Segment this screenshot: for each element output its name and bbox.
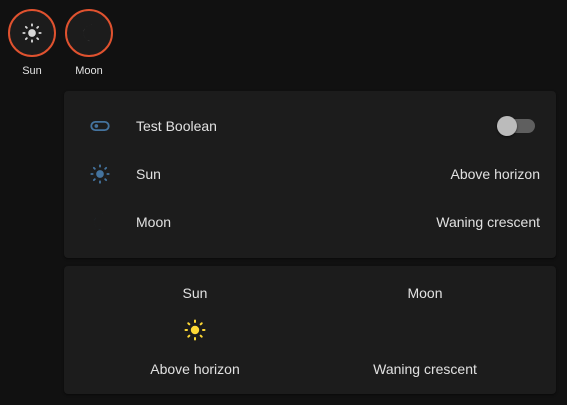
sun-icon: [22, 23, 42, 43]
badge-sun-circle[interactable]: [8, 9, 56, 57]
entity-state: Waning crescent: [436, 214, 540, 230]
glance-name: Moon: [407, 285, 443, 301]
entity-name: Test Boolean: [136, 118, 217, 134]
toggle-knob[interactable]: [497, 116, 517, 136]
glance-item-sun[interactable]: Sun Above horizon: [72, 266, 318, 394]
entity-name: Sun: [136, 166, 161, 182]
entity-row-moon[interactable]: Moon Waning crescent: [64, 198, 556, 246]
glance-state: Above horizon: [150, 361, 240, 377]
dashboard: Sun Moon Test Boolean Sun Above horizon …: [0, 0, 567, 405]
sun-icon: [184, 319, 206, 341]
entity-row-test-boolean[interactable]: Test Boolean: [64, 102, 556, 150]
entity-row-sun[interactable]: Sun Above horizon: [64, 150, 556, 198]
badge-sun-label: Sun: [22, 65, 42, 77]
toggle-icon: [84, 110, 116, 142]
moon-icon: [418, 321, 428, 339]
glance-state: Waning crescent: [373, 361, 477, 377]
moon-icon: [84, 206, 116, 238]
sun-icon: [84, 158, 116, 190]
badge-moon-label: Moon: [75, 65, 103, 77]
glance-card: Sun Above horizon Moon Waning crescent: [64, 266, 556, 394]
test-boolean-toggle[interactable]: [497, 116, 535, 136]
badge-moon[interactable]: Moon: [65, 9, 113, 78]
badge-sun[interactable]: Sun: [8, 9, 56, 78]
entity-state: Above horizon: [450, 166, 540, 182]
entities-card: Test Boolean Sun Above horizon Moon Wani…: [64, 91, 556, 258]
moon-icon: [83, 24, 92, 42]
glance-name: Sun: [182, 285, 208, 301]
glance-item-moon[interactable]: Moon Waning crescent: [302, 266, 548, 394]
entity-name: Moon: [136, 214, 172, 230]
badge-moon-circle[interactable]: [65, 9, 113, 57]
